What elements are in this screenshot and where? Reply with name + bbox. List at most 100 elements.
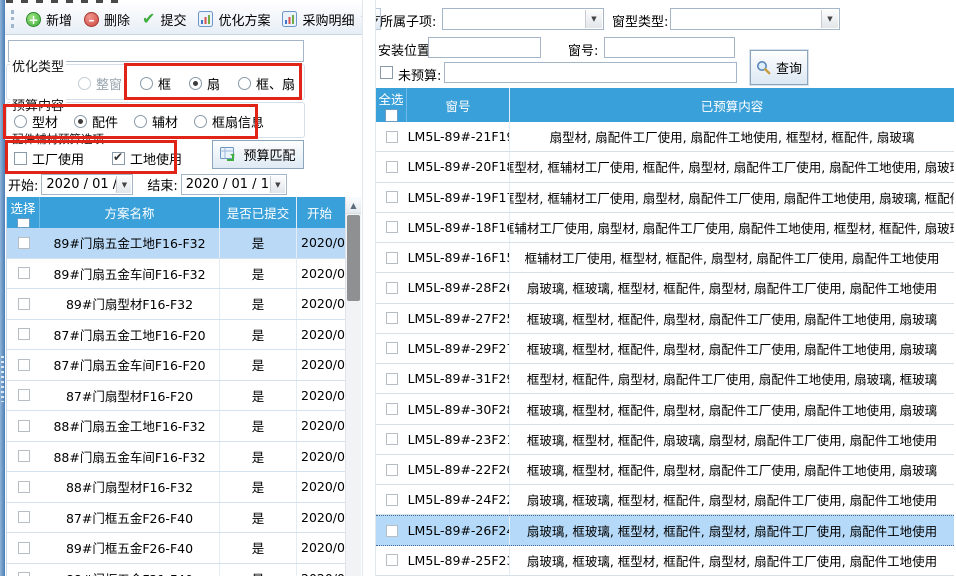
add-button[interactable]: + 新增 — [20, 7, 78, 32]
plan-row[interactable]: 87#门扇五金车间F16-F20 是 2020/0 — [7, 350, 361, 381]
radio-auxiliary[interactable] — [134, 115, 147, 128]
window-row[interactable]: LM5L-89#-29F27 框玻璃, 框型材, 框配件, 扇型材, 扇配件工厂… — [376, 334, 954, 364]
row-checkbox[interactable] — [18, 359, 30, 371]
chevron-down-icon[interactable]: ▼ — [821, 10, 838, 28]
plan-row[interactable]: 88#门扇五金车间F16-F32 是 2020/0 — [7, 442, 361, 473]
row-checkbox[interactable] — [18, 450, 30, 462]
plan-row[interactable]: 87#门框五金F26-F40 是 2020/0 — [7, 503, 361, 534]
window-row[interactable]: LM5L-89#-19F17 框型材, 框辅材工厂使用, 扇型材, 扇配件工厂使… — [376, 183, 954, 213]
plan-row[interactable]: 88#门框五金F21-F40 是 2020/0 — [7, 564, 361, 576]
window-type-select[interactable]: ▼ — [670, 8, 840, 30]
plan-row[interactable]: 88#门扇五金工地F16-F32 是 2020/0 — [7, 411, 361, 442]
window-row[interactable]: LM5L-89#-24F22 扇玻璃, 框玻璃, 框型材, 框配件, 扇型材, … — [376, 485, 954, 515]
row-checkbox[interactable] — [18, 481, 30, 493]
window-row-select-cell — [376, 485, 407, 514]
row-checkbox[interactable] — [18, 328, 30, 340]
window-row[interactable]: LM5L-89#-22F20 框玻璃, 框型材, 框配件, 扇型材, 扇配件工厂… — [376, 455, 954, 485]
start-date-picker[interactable]: 2020 / 01 / 1 ▼ — [41, 174, 133, 195]
arrow-up-icon[interactable]: ▲ — [346, 197, 361, 214]
window-row[interactable]: LM5L-89#-28F26 扇玻璃, 框玻璃, 框型材, 框配件, 扇型材, … — [376, 273, 954, 303]
plan-row[interactable]: 89#门框五金F26-F40 是 2020/0 — [7, 533, 361, 564]
unbudgeted-input[interactable] — [444, 62, 737, 83]
radio-frame[interactable] — [140, 77, 153, 90]
optimize-plan-button[interactable]: 优化方案 — [192, 7, 276, 32]
plan-row[interactable]: 88#门扇型材F16-F32 是 2020/0 — [7, 472, 361, 503]
row-checkbox[interactable] — [386, 525, 398, 537]
site-use-checkbox[interactable] — [112, 152, 125, 165]
window-row[interactable]: LM5L-89#-25F23 扇玻璃, 框玻璃, 框型材, 框配件, 扇型材, … — [376, 546, 954, 576]
plans-table-scrollbar[interactable]: ▲ — [345, 197, 361, 576]
chevron-down-icon[interactable]: ▼ — [585, 10, 602, 28]
chevron-down-icon[interactable]: ▼ — [270, 176, 285, 193]
window-row[interactable]: LM5L-89#-21F19 扇型材, 扇配件工厂使用, 扇配件工地使用, 框型… — [376, 122, 954, 152]
budgeted-content-cell: 框型材, 框辅材工厂使用, 框配件, 扇型材, 扇配件工厂使用, 扇配件工地使用… — [510, 152, 954, 181]
end-date-picker[interactable]: 2020 / 01 / 13 ▼ — [181, 174, 287, 195]
delete-button[interactable]: – 删除 — [78, 7, 136, 32]
row-checkbox[interactable] — [18, 542, 30, 554]
row-checkbox[interactable] — [18, 389, 30, 401]
row-checkbox[interactable] — [18, 420, 30, 432]
option-auxiliary: 辅材 — [134, 112, 178, 131]
unbudgeted-checkbox[interactable] — [380, 66, 393, 79]
row-checkbox[interactable] — [18, 298, 30, 310]
row-checkbox[interactable] — [18, 511, 30, 523]
row-checkbox[interactable] — [386, 373, 398, 385]
window-no-cell: LM5L-89#-27F25 — [407, 304, 510, 333]
window-row[interactable]: LM5L-89#-16F15 框辅材工厂使用, 框型材, 框配件, 扇型材, 扇… — [376, 243, 954, 273]
dock-gripper[interactable] — [1, 356, 4, 402]
plans-table: 选择 方案名称 是否已提交 开始 89#门扇五金工地F16-F32 是 2020… — [6, 197, 361, 576]
row-checkbox[interactable] — [386, 494, 398, 506]
row-checkbox[interactable] — [386, 403, 398, 415]
select-all-checkbox[interactable] — [385, 109, 398, 122]
plan-submitted-cell: 是 — [220, 350, 297, 380]
radio-fitting[interactable] — [74, 115, 87, 128]
budget-match-button[interactable]: 预算匹配 — [212, 140, 304, 169]
window-row[interactable]: LM5L-89#-27F25 框玻璃, 框型材, 框配件, 扇型材, 扇配件工厂… — [376, 304, 954, 334]
window-row[interactable]: LM5L-89#-23F21 框玻璃, 框型材, 框配件, 扇玻璃, 扇型材, … — [376, 425, 954, 455]
radio-profile[interactable] — [14, 115, 27, 128]
plan-row[interactable]: 87#门扇型材F16-F20 是 2020/0 — [7, 381, 361, 412]
row-checkbox[interactable] — [386, 221, 398, 233]
window-no-cell: LM5L-89#-29F27 — [407, 334, 510, 363]
purchase-detail-button[interactable]: 采购明细 ▾ — [276, 7, 372, 32]
header-submitted: 是否已提交 — [220, 197, 297, 228]
row-checkbox[interactable] — [386, 464, 398, 476]
row-checkbox[interactable] — [386, 342, 398, 354]
row-checkbox[interactable] — [386, 131, 398, 143]
window-row[interactable]: LM5L-89#-18F16 框辅材工厂使用, 扇型材, 扇配件工厂使用, 扇配… — [376, 213, 954, 243]
window-no-cell: LM5L-89#-24F22 — [407, 485, 510, 514]
row-checkbox[interactable] — [386, 433, 398, 445]
chevron-down-icon[interactable]: ▼ — [116, 176, 131, 193]
radio-frame-sash[interactable] — [238, 77, 251, 90]
row-checkbox[interactable] — [18, 267, 30, 279]
install-position-input[interactable] — [428, 37, 541, 58]
window-row[interactable]: LM5L-89#-20F18 框型材, 框辅材工厂使用, 框配件, 扇型材, 扇… — [376, 152, 954, 182]
row-checkbox[interactable] — [386, 312, 398, 324]
plan-row[interactable]: 89#门扇五金工地F16-F32 是 2020/0 — [7, 228, 361, 259]
window-no-input[interactable] — [604, 37, 735, 58]
plan-name-cell: 88#门扇五金工地F16-F32 — [40, 411, 220, 441]
row-checkbox[interactable] — [386, 161, 398, 173]
factory-use-checkbox[interactable] — [14, 152, 27, 165]
row-checkbox[interactable] — [18, 237, 30, 249]
scrollbar-thumb[interactable] — [347, 215, 360, 301]
radio-frame-sash-info[interactable] — [194, 115, 207, 128]
select-all-checkbox[interactable] — [17, 218, 30, 228]
row-checkbox[interactable] — [386, 191, 398, 203]
row-checkbox[interactable] — [386, 554, 398, 566]
window-row[interactable]: LM5L-89#-31F29 框型材, 框配件, 扇型材, 扇配件工厂使用, 扇… — [376, 364, 954, 394]
row-checkbox[interactable] — [386, 252, 398, 264]
radio-whole-window[interactable] — [78, 77, 91, 90]
query-button[interactable]: 查询 — [750, 50, 808, 85]
row-checkbox[interactable] — [386, 282, 398, 294]
window-row[interactable]: LM5L-89#-30F28 框玻璃, 框型材, 框配件, 扇型材, 扇配件工厂… — [376, 394, 954, 424]
toolbar-grip[interactable] — [11, 10, 14, 28]
plan-row[interactable]: 89#门扇五金车间F16-F32 是 2020/0 — [7, 259, 361, 290]
row-checkbox[interactable] — [18, 572, 30, 576]
radio-sash[interactable] — [189, 77, 202, 90]
plan-row[interactable]: 87#门扇五金工地F16-F20 是 2020/0 — [7, 320, 361, 351]
sub-item-select[interactable]: ▼ — [442, 8, 604, 30]
submit-button[interactable]: ✔ 提交 — [136, 7, 192, 32]
window-row[interactable]: LM5L-89#-26F24 扇玻璃, 框玻璃, 框型材, 框配件, 扇型材, … — [376, 515, 954, 545]
plan-row[interactable]: 89#门扇型材F16-F32 是 2020/0 — [7, 289, 361, 320]
